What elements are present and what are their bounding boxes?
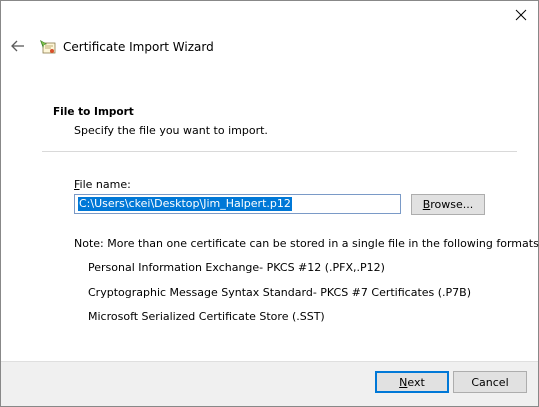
next-button[interactable]: Next — [375, 371, 449, 393]
next-button-accesskey: N — [399, 375, 408, 389]
next-button-label: ext — [407, 375, 425, 389]
browse-button[interactable]: Browse... — [411, 194, 485, 215]
page-heading: File to Import — [53, 106, 134, 118]
page-subheading: Specify the file you want to import. — [74, 124, 268, 137]
formats-note: Note: More than one certificate can be s… — [74, 237, 539, 250]
browse-button-label: rowse... — [430, 198, 474, 211]
close-button[interactable] — [506, 3, 536, 29]
file-name-input[interactable]: C:\Users\ckei\Desktop\Jim_Halpert.p12 — [74, 194, 401, 214]
format-item-pfx: Personal Information Exchange- PKCS #12 … — [88, 261, 385, 274]
file-name-label-rest: ile name: — [79, 178, 131, 191]
format-item-p7b: Cryptographic Message Syntax Standard- P… — [88, 286, 472, 299]
browse-button-accesskey: B — [422, 198, 431, 211]
close-icon — [515, 9, 527, 24]
cancel-button-label: Cancel — [471, 375, 509, 389]
cancel-button[interactable]: Cancel — [453, 371, 527, 393]
wizard-title: Certificate Import Wizard — [63, 40, 214, 54]
certificate-import-wizard-window: Certificate Import Wizard File to Import… — [0, 0, 539, 407]
certificate-wizard-icon — [39, 39, 57, 55]
header-divider — [42, 151, 517, 152]
file-name-value: C:\Users\ckei\Desktop\Jim_Halpert.p12 — [78, 197, 292, 211]
back-button[interactable] — [8, 38, 28, 56]
file-name-label: File name: — [74, 178, 131, 191]
format-item-sst: Microsoft Serialized Certificate Store (… — [88, 310, 325, 323]
back-arrow-icon — [11, 40, 25, 55]
